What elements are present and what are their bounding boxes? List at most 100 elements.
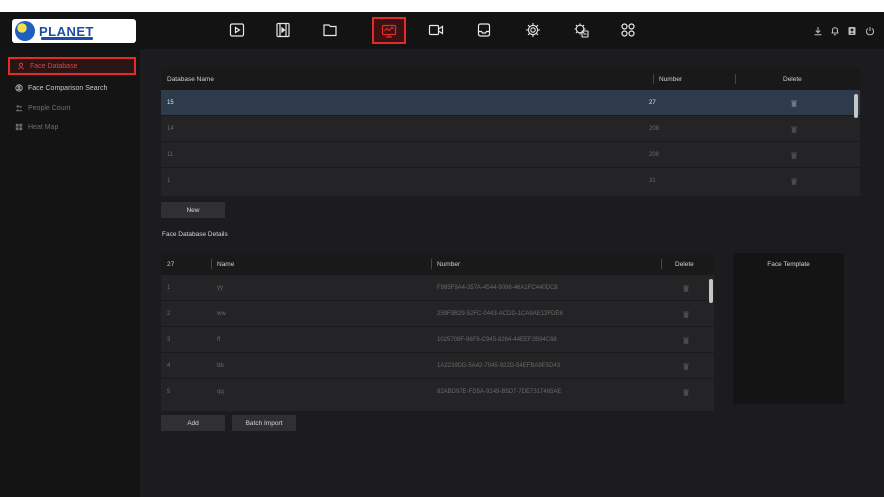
download-icon[interactable] (812, 25, 824, 37)
name-cell: ww (217, 311, 226, 317)
sidebar-item-heat-map[interactable]: Heat Map (8, 118, 136, 136)
index-cell: 1 (167, 285, 171, 291)
trash-icon[interactable] (683, 337, 689, 344)
delete-cell (791, 142, 797, 168)
column-header-number: Number (437, 260, 461, 268)
trash-icon[interactable] (683, 363, 689, 370)
top-bar: PLANET (0, 12, 884, 49)
number-cell: 82ABD97E-FD5A-9149-B5D7-7DE7317485AE (437, 389, 562, 395)
camera-icon[interactable] (424, 19, 448, 41)
table-row[interactable]: 14 208 (161, 116, 860, 142)
column-header-delete: Delete (675, 260, 694, 268)
number-cell: F995F9A4-357A-4544-9098-46A1FC440DC8 (437, 285, 558, 291)
batch-import-button[interactable]: Batch Import (232, 415, 296, 431)
power-icon[interactable] (864, 25, 876, 37)
details-scrollbar[interactable] (709, 279, 713, 303)
table-row[interactable]: 15 27 (161, 90, 860, 116)
sidebar-item-face-comparison-search[interactable]: Face Comparison Search (8, 79, 136, 97)
face-database-details-title: Face Database Details (162, 231, 228, 238)
sidebar-item-label: Face Database (30, 62, 78, 70)
alarm-bell-icon[interactable] (829, 25, 841, 37)
sidebar-item-people-count[interactable]: People Count (8, 99, 136, 117)
column-divider (661, 259, 662, 269)
app-grid-icon[interactable] (616, 19, 640, 41)
column-header-number: Number (659, 75, 683, 83)
sidebar-item-label: Heat Map (28, 123, 59, 131)
face-database-table: Database Name Number Delete 15 27 14 208… (161, 68, 860, 196)
column-header-name: Name (217, 260, 235, 268)
name-cell: bb (217, 363, 224, 369)
database-name-cell: 14 (167, 126, 174, 132)
column-divider (431, 259, 432, 269)
table-header: Database Name Number Delete (161, 68, 860, 90)
column-divider (735, 74, 736, 84)
trash-icon[interactable] (683, 389, 689, 396)
face-details-table: 27 Name Number Delete 1 yy F995F9A4-357A… (161, 253, 714, 411)
storage-tray-icon[interactable] (472, 19, 496, 41)
delete-cell (683, 327, 689, 353)
face-template-panel: Face Template (733, 253, 844, 404)
table-row[interactable]: 5 qq 82ABD97E-FD5A-9149-B5D7-7DE7317485A… (161, 379, 714, 405)
index-cell: 5 (167, 389, 171, 395)
app-window: PLANET Face Database Face Comparison Sea… (0, 12, 884, 497)
column-divider (653, 74, 654, 84)
delete-cell (791, 168, 797, 194)
add-face-button[interactable]: Add (161, 415, 225, 431)
trash-icon[interactable] (683, 311, 689, 318)
trash-icon[interactable] (683, 285, 689, 292)
number-cell: 1025708F-96F8-C945-8264-44EEF2B94C68 (437, 337, 557, 343)
planet-logo: PLANET (12, 19, 136, 43)
playback-icon[interactable] (225, 19, 249, 41)
table-row[interactable]: 1 31 (161, 168, 860, 194)
number-cell: 1A2239DD-5A42-7045-922D-54EFBA9E5D43 (437, 363, 561, 369)
logo-underline (41, 37, 93, 40)
number-cell: 208 (649, 126, 660, 132)
index-cell: 2 (167, 311, 171, 317)
video-clip-icon[interactable] (271, 19, 295, 41)
index-cell: 3 (167, 337, 171, 343)
table-row[interactable]: 4 bb 1A2239DD-5A42-7045-922D-54EFBA9E5D4… (161, 353, 714, 379)
trash-icon[interactable] (791, 152, 797, 159)
delete-cell (791, 116, 797, 142)
index-cell: 4 (167, 363, 171, 369)
sidebar-item-face-database[interactable]: Face Database (8, 57, 136, 75)
settings-gear-icon[interactable] (521, 19, 545, 41)
trash-icon[interactable] (791, 178, 797, 185)
table-row[interactable]: 1 yy F995F9A4-357A-4544-9098-46A1FC440DC… (161, 275, 714, 301)
face-template-label: Face Template (767, 260, 810, 268)
name-cell: yy (217, 285, 223, 291)
sidebar-item-label: People Count (28, 104, 71, 112)
trash-icon[interactable] (791, 100, 797, 107)
database-name-cell: 11 (167, 152, 174, 158)
system-maintenance-icon[interactable] (569, 19, 593, 41)
database-name-cell: 15 (167, 100, 174, 106)
user-account-icon[interactable] (846, 25, 858, 37)
new-database-button[interactable]: New (161, 202, 225, 218)
table-row[interactable]: 3 ff 1025708F-96F8-C945-8264-44EEF2B94C6… (161, 327, 714, 353)
name-cell: qq (217, 389, 224, 395)
face-icon (16, 61, 26, 71)
delete-cell (683, 275, 689, 301)
number-cell: 259F9B29-52FC-0443-ACDD-1CA9AE13FDE8 (437, 311, 563, 317)
name-cell: ff (217, 337, 221, 343)
globe-icon (15, 21, 35, 41)
delete-cell (683, 379, 689, 405)
trash-icon[interactable] (791, 126, 797, 133)
file-folder-icon[interactable] (318, 19, 342, 41)
table-header: 27 Name Number Delete (161, 253, 714, 275)
table-scrollbar[interactable] (854, 94, 858, 118)
column-header-database-name: Database Name (167, 75, 214, 83)
number-cell: 27 (649, 100, 656, 106)
table-row[interactable]: 2 ww 259F9B29-52FC-0443-ACDD-1CA9AE13FDE… (161, 301, 714, 327)
sidebar-item-label: Face Comparison Search (28, 84, 108, 92)
smart-analytics-icon[interactable] (372, 17, 406, 44)
face-search-icon (14, 83, 24, 93)
table-row[interactable]: 11 208 (161, 142, 860, 168)
column-divider (211, 259, 212, 269)
heat-map-icon (14, 122, 24, 132)
sidebar: Face Database Face Comparison Search Peo… (0, 49, 140, 497)
delete-cell (791, 90, 797, 116)
logo-text: PLANET (39, 23, 94, 39)
database-name-cell: 1 (167, 178, 171, 184)
column-header-count: 27 (167, 260, 175, 268)
